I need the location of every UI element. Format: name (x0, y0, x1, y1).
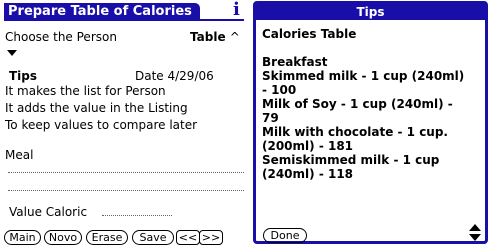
done-button[interactable]: Done (263, 228, 307, 243)
tip-line: To keep values to compare later (5, 118, 198, 132)
date-label[interactable]: Date 4/29/06 (135, 69, 214, 83)
dialog-body-text: Calories Table Breakfast Skimmed milk - … (262, 27, 465, 181)
value-caloric-field[interactable] (102, 215, 172, 216)
main-button[interactable]: Main (4, 230, 41, 245)
prev-button[interactable]: << (176, 230, 200, 245)
tip-line: It adds the value in the Listing (5, 101, 188, 115)
title-underline (4, 19, 244, 21)
next-button[interactable]: >> (199, 230, 223, 245)
scroll-up-down-icon[interactable] (468, 223, 482, 243)
novo-button[interactable]: Novo (44, 230, 82, 245)
caret-up-icon: ^ (229, 30, 240, 44)
form-title: Prepare Table of Calories (4, 3, 200, 20)
meal-label: Meal (5, 148, 34, 162)
meal-field-line[interactable] (8, 190, 244, 191)
tips-dialog: Tips Calories Table Breakfast Skimmed mi… (253, 1, 488, 244)
category-trigger-label: Table (190, 30, 226, 44)
calories-form: Prepare Table of Calories i Choose the P… (0, 0, 246, 246)
person-popup-trigger-arrow-icon[interactable] (7, 50, 19, 58)
erase-button[interactable]: Erase (86, 230, 128, 245)
info-icon[interactable]: i (233, 1, 240, 19)
category-trigger[interactable]: Table ^ (190, 30, 240, 44)
dialog-title: Tips (256, 4, 485, 20)
tip-line: It makes the list for Person (5, 84, 166, 98)
value-caloric-label: Value Caloric (9, 205, 88, 219)
scroll-arrows[interactable] (468, 223, 482, 243)
tips-heading: Tips (9, 69, 38, 83)
choose-person-label: Choose the Person (5, 30, 117, 44)
save-button[interactable]: Save (132, 230, 174, 245)
meal-field-line[interactable] (8, 172, 244, 173)
